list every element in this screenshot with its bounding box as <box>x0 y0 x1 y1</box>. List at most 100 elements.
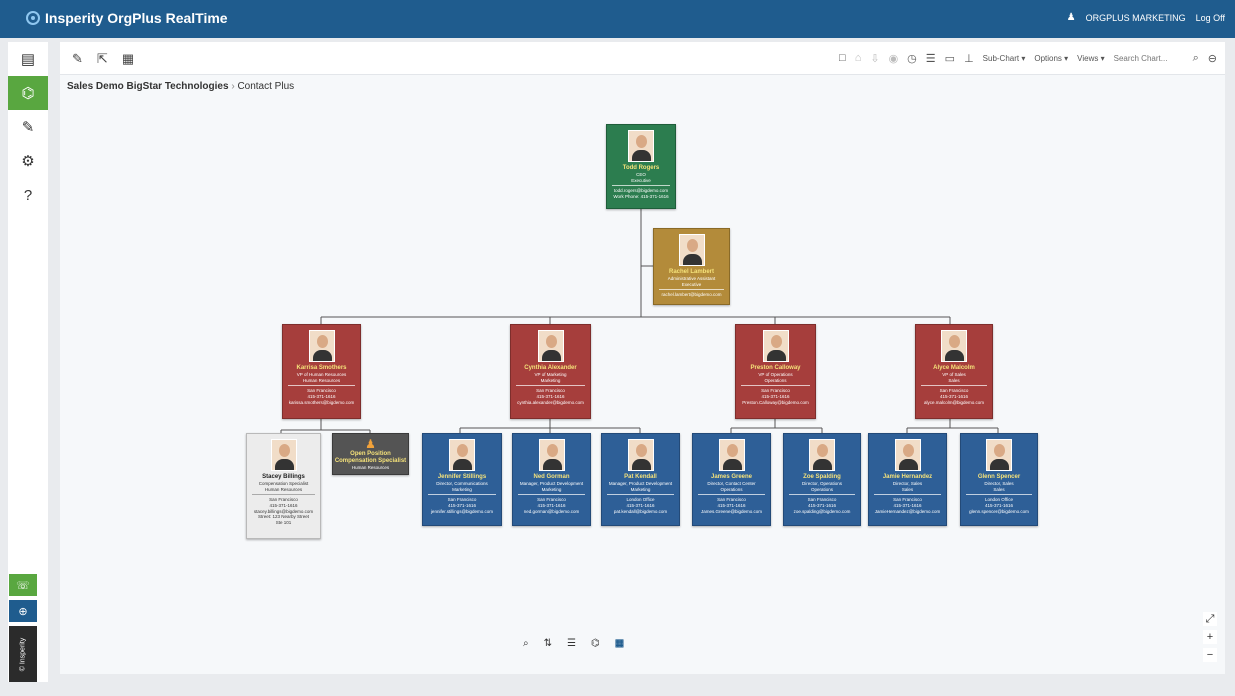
card-email: jennifer.stillings@bigdemo.com <box>430 508 494 514</box>
card-divider <box>288 385 355 387</box>
avatar <box>308 330 335 362</box>
app-window: Insperity OrgPlus RealTime ♟ ORGPLUS MAR… <box>0 0 1235 696</box>
card-name: Todd Rogers <box>622 165 660 171</box>
card-name: Zoe Spalding <box>803 474 841 480</box>
card-dept: Executive <box>631 177 651 183</box>
user-area: ♟ ORGPLUS MARKETING Log Off <box>1067 12 1225 23</box>
card-divider <box>789 494 855 496</box>
avatar <box>762 330 789 362</box>
sidebar-footer: ☏ ⊕ © Insperity <box>8 574 48 682</box>
insperity-footer: © Insperity <box>9 626 37 682</box>
card-dept: Sales <box>901 486 914 492</box>
avatar <box>894 439 921 471</box>
card-email: zoe.spalding@bigdemo.com <box>793 508 851 514</box>
avatar <box>678 234 705 266</box>
main-panel: ✎ ⇱ ▦ □ ⌂ ⇩ ◉ ◷ ☰ ▭ ⊥ Sub-Chart ▾ Option… <box>60 42 1225 674</box>
card-dept: Operations <box>810 486 833 492</box>
org-card-ceo[interactable]: Todd Rogers CEO Executive todd.rogers@bi… <box>606 124 676 209</box>
card-suite: Ste 101 <box>275 519 292 525</box>
card-divider <box>659 289 724 291</box>
user-name[interactable]: ORGPLUS MARKETING <box>1086 13 1186 23</box>
card-dept: Executive <box>681 281 702 287</box>
zoom-out-button[interactable]: − <box>1203 648 1217 662</box>
card-dept: Sales <box>948 377 960 383</box>
org-card-employee[interactable]: Jennifer Stillings Director, Communicati… <box>422 433 502 526</box>
grid-view-icon[interactable]: ▦ <box>615 638 624 649</box>
edit-icon[interactable]: ✎ <box>8 110 48 144</box>
avatar <box>449 439 475 471</box>
org-card-employee[interactable]: Pat Kendall Manager, Product Development… <box>601 433 680 526</box>
globe-icon[interactable]: ⊕ <box>9 600 37 622</box>
card-name: Pat Kendall <box>624 474 657 480</box>
org-card-employee[interactable]: Ned Gorman Manager, Product Development … <box>512 433 591 526</box>
org-card-vp[interactable]: Preston Calloway VP of Operations Operat… <box>735 324 816 419</box>
card-dept: Marketing <box>630 486 651 492</box>
org-card-employee[interactable]: Glenn Spencer Director, Sales Sales Lond… <box>960 433 1038 526</box>
org-view-icon[interactable]: ⌬ <box>591 638 600 649</box>
org-card-employee[interactable]: Zoe Spalding Director, Operations Operat… <box>783 433 861 526</box>
org-chart-icon[interactable]: ⌬ <box>8 76 48 110</box>
sort-icon[interactable]: ⇅ <box>544 638 552 649</box>
card-name: Rachel Lambert <box>668 269 714 275</box>
card-divider <box>516 385 585 387</box>
card-divider <box>966 494 1032 496</box>
card-dept: Human Resources <box>302 377 341 383</box>
org-card-vp[interactable]: Alyce Malcolm VP of Sales Sales San Fran… <box>915 324 993 419</box>
list-view-icon[interactable]: ☰ <box>567 638 576 649</box>
avatar <box>537 330 564 362</box>
card-email: pat.kendall@bigdemo.com <box>613 508 668 514</box>
card-divider <box>518 494 585 496</box>
card-dept: Operations <box>720 486 743 492</box>
bottom-view-toolbar: ⌕ ⇅ ☰ ⌬ ▦ <box>523 638 624 649</box>
logoff-link[interactable]: Log Off <box>1196 13 1225 23</box>
org-card-open-position[interactable]: ♟ Open Position Compensation Specialist … <box>332 433 409 475</box>
card-email: karissa.smothers@bigdemo.com <box>288 399 355 405</box>
card-divider <box>741 385 810 387</box>
card-dept: Sales <box>993 486 1005 492</box>
card-title: Compensation Specialist <box>334 458 407 465</box>
search-view-icon[interactable]: ⌕ <box>523 638 529 649</box>
brand-title: Insperity OrgPlus RealTime <box>45 10 228 26</box>
card-divider <box>874 494 941 496</box>
avatar <box>986 439 1012 471</box>
card-divider <box>252 494 315 496</box>
user-icon: ♟ <box>1066 12 1076 23</box>
card-view-icon[interactable]: ▤ <box>8 42 48 76</box>
zoom-in-button[interactable]: + <box>1203 630 1217 644</box>
feedback-icon[interactable]: ☏ <box>9 574 37 596</box>
card-phone: Work Phone: 415-371-1616 <box>613 194 669 200</box>
org-chart-canvas: Todd Rogers CEO Executive todd.rogers@bi… <box>60 42 1225 674</box>
avatar <box>809 439 835 471</box>
card-name: Stacey Billings <box>262 474 305 480</box>
card-divider <box>612 185 670 187</box>
org-card-employee[interactable]: Jamie Hernandez Director, Sales Sales Sa… <box>868 433 947 526</box>
card-email: James.Greene@bigdemo.com <box>700 508 763 514</box>
card-name: Karrisa Smothers <box>296 365 347 371</box>
org-card-vp[interactable]: Karrisa Smothers VP of Human Resources H… <box>282 324 361 419</box>
card-dept: Marketing <box>452 486 472 492</box>
fit-to-screen-icon[interactable]: ⤢ <box>1203 612 1217 626</box>
left-sidebar: ▤ ⌬ ✎ ⚙ ? ☏ ⊕ © Insperity <box>8 42 48 682</box>
card-email: JamieHernandez@bigdemo.com <box>874 508 941 514</box>
avatar <box>627 439 654 471</box>
avatar <box>538 439 565 471</box>
settings-icon[interactable]: ⚙ <box>8 144 48 178</box>
card-title: Manager, Product Development <box>519 481 584 487</box>
avatar <box>941 330 967 362</box>
card-open-label: Open Position <box>350 451 391 457</box>
org-card-employee[interactable]: James Greene Director, Contact Center Op… <box>692 433 771 526</box>
card-name: James Greene <box>710 474 753 480</box>
brand[interactable]: Insperity OrgPlus RealTime <box>26 10 228 26</box>
help-icon[interactable]: ? <box>8 178 48 212</box>
org-card-assistant[interactable]: Rachel Lambert Administrative Assistant … <box>653 228 730 305</box>
card-dept: Marketing <box>540 377 561 383</box>
card-name: Cynthia Alexander <box>524 365 577 371</box>
card-email: glenn.spencer@bigdemo.com <box>969 508 1029 514</box>
card-name: Preston Calloway <box>750 365 801 371</box>
org-card-employee[interactable]: Stacey Billings Compensation Specialist … <box>246 433 321 539</box>
org-card-vp[interactable]: Cynthia Alexander VP of Marketing Market… <box>510 324 591 419</box>
avatar <box>718 439 745 471</box>
card-dept: Human Resources <box>351 465 390 471</box>
insperity-copyright: © Insperity <box>19 637 27 671</box>
avatar <box>270 439 297 471</box>
